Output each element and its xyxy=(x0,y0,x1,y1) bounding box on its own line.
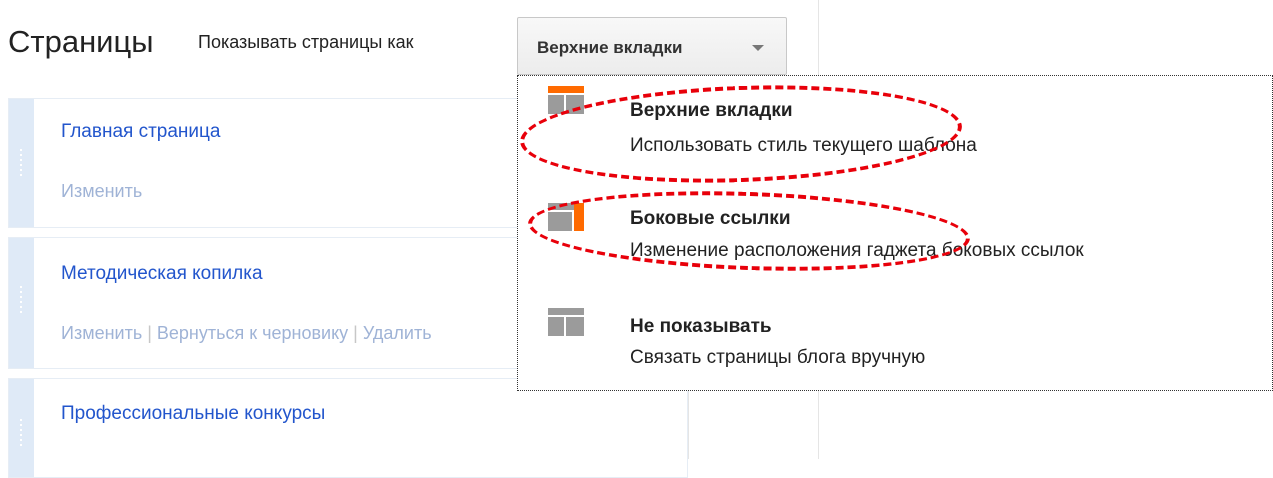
top-tabs-icon xyxy=(548,86,584,114)
side-links-icon xyxy=(548,203,584,231)
menu-item-title: Не показывать xyxy=(630,316,772,337)
delete-link[interactable]: Удалить xyxy=(363,323,432,343)
chevron-down-icon xyxy=(752,45,764,51)
drag-handle[interactable] xyxy=(9,99,34,227)
menu-item-description: Связать страницы блога вручную xyxy=(630,347,926,368)
dropdown-menu: Верхние вкладки Использовать стиль текущ… xyxy=(517,75,1273,391)
revert-to-draft-link[interactable]: Вернуться к черновику xyxy=(157,323,348,343)
menu-item-title: Боковые ссылки xyxy=(630,208,791,229)
page-title-link[interactable]: Профессиональные конкурсы xyxy=(61,403,325,425)
menu-item-title: Верхние вкладки xyxy=(630,100,793,121)
menu-item-side-links[interactable]: Боковые ссылки Изменение расположения га… xyxy=(518,188,1272,288)
drag-handle[interactable] xyxy=(9,238,34,368)
page-title-link[interactable]: Главная страница xyxy=(61,121,221,143)
menu-item-description: Использовать стиль текущего шаблона xyxy=(630,135,977,156)
divider xyxy=(688,390,689,459)
drag-handle[interactable] xyxy=(9,379,34,477)
menu-item-top-tabs[interactable]: Верхние вкладки Использовать стиль текущ… xyxy=(518,76,1272,176)
dropdown-value: Верхние вкладки xyxy=(537,38,683,57)
pages-display-dropdown[interactable]: Верхние вкладки xyxy=(517,17,787,75)
menu-item-description: Изменение расположения гаджета боковых с… xyxy=(630,240,1084,261)
show-pages-label: Показывать страницы как xyxy=(198,32,414,52)
edit-link[interactable]: Изменить xyxy=(61,181,142,201)
page-title-link[interactable]: Методическая копилка xyxy=(61,263,263,285)
menu-item-no-display[interactable]: Не показывать Связать страницы блога вру… xyxy=(518,291,1272,390)
page-title: Страницы xyxy=(8,24,154,59)
edit-link[interactable]: Изменить xyxy=(61,323,142,343)
page-list-item: Профессиональные конкурсы xyxy=(8,378,688,478)
no-display-icon xyxy=(548,308,584,336)
